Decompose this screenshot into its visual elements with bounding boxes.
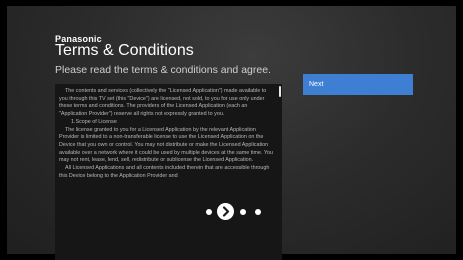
page-indicator — [0, 203, 463, 221]
current-page-indicator[interactable] — [217, 203, 234, 220]
page-title: Terms & Conditions — [55, 42, 194, 59]
terms-paragraph: All Licensed Applications and all conten… — [59, 165, 270, 179]
chevron-right-icon — [222, 206, 230, 217]
scrollbar-thumb[interactable] — [279, 86, 281, 97]
page-dot — [206, 209, 212, 215]
page-dot — [255, 209, 261, 215]
page-dot — [240, 209, 246, 215]
next-button[interactable]: Next — [303, 74, 413, 95]
terms-paragraph: The contents and services (collectively … — [59, 88, 267, 118]
terms-text: The contents and services (collectively … — [59, 88, 274, 180]
terms-section-heading: 1.Scope of License — [71, 118, 117, 125]
page-subtitle: Please read the terms & conditions and a… — [55, 64, 271, 76]
terms-text-box[interactable]: The contents and services (collectively … — [55, 84, 282, 260]
terms-paragraph: The license granted to you for a License… — [59, 126, 273, 164]
tv-screen: Panasonic Terms & Conditions Please read… — [0, 0, 463, 260]
